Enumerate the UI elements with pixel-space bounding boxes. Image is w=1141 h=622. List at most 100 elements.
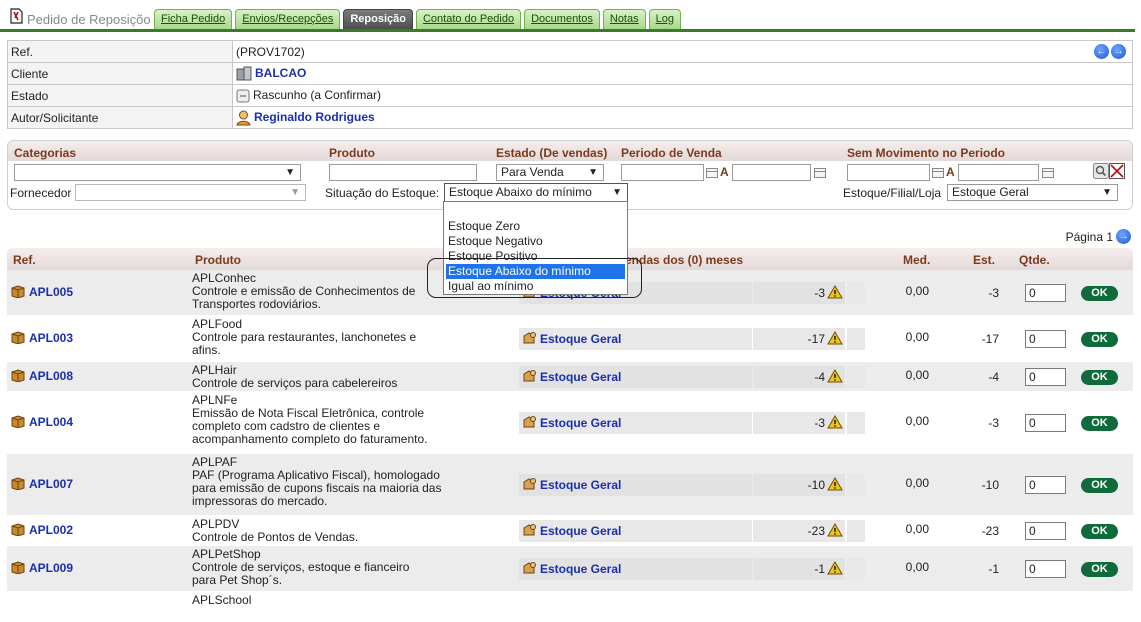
stock-link[interactable]: Estoque Geral [540,524,621,538]
autor-cell: Reginaldo Rodrigues [232,106,1133,129]
tab-underline [0,29,1135,32]
avg-value: 0,00 [905,476,929,490]
quantity-input[interactable]: 0 [1025,476,1066,494]
estado-vendas-value: Para Venda [501,165,564,179]
ok-button[interactable]: OK [1081,478,1118,493]
tab-envios-recepcoes[interactable]: Envios/Recepções [235,9,341,29]
search-icon[interactable] [1093,163,1109,179]
product-desc-line: Controle de Pontos de Vendas. [192,530,359,544]
periodo-fim-input[interactable] [732,164,811,181]
stock-link[interactable]: Estoque Geral [540,478,621,492]
product-ref-link[interactable]: APL002 [29,523,73,537]
product-table: Ref. Produto endas dos (0) meses Med. Es… [7,248,1133,622]
ok-button[interactable]: OK [1081,562,1118,577]
quantity-input[interactable]: 0 [1025,522,1066,540]
produto-input[interactable] [329,164,477,181]
categorias-select[interactable]: ▼ [14,164,301,181]
filter-header: Categorias Produto Estado (De vendas) Pe… [8,141,1132,161]
sales-value: -17 [807,332,825,346]
user-icon [236,110,251,125]
tab-documentos[interactable]: Documentos [524,9,600,29]
previous-record-icon[interactable]: ← [1094,44,1109,59]
tab-reposicao[interactable]: Reposição [343,9,413,29]
avg-value: 0,00 [905,330,929,344]
stock-value: -17 [981,332,999,346]
table-body: APL005 APLConhec Controle e emissão de Con… [7,270,1133,622]
estoque-filial-select[interactable]: Estoque Geral ▼ [947,184,1118,201]
filter-panel: Categorias Produto Estado (De vendas) Pe… [7,140,1133,210]
avg-value: 0,00 [905,522,929,536]
sales-cell: -4 [753,366,845,388]
col-vendas: endas dos (0) meses [625,253,744,267]
tab-ficha-pedido[interactable]: Ficha Pedido [154,9,233,29]
product-box-icon [11,331,25,344]
product-name: APLSchool [192,593,252,607]
calendar-icon[interactable] [932,168,944,178]
calendar-icon[interactable] [1042,168,1054,178]
calendar-icon[interactable] [706,168,718,178]
order-icon [10,8,23,24]
stock-link[interactable]: Estoque Geral [540,562,621,576]
option-estoque-zero[interactable]: Estoque Zero [448,219,520,234]
quantity-input[interactable]: 0 [1025,414,1066,432]
stock-cell: Estoque Geral [519,520,752,542]
quantity-input[interactable]: 0 [1025,284,1066,302]
ok-button[interactable]: OK [1081,332,1118,347]
product-ref-link[interactable]: APL003 [29,331,73,345]
stock-cell: Estoque Geral [519,328,752,350]
product-desc-line: acompanhamento completo do faturamento. [192,432,428,446]
product-ref-cell: APL005 [11,285,73,299]
tab-notas[interactable]: Notas [602,9,646,29]
col-med: Med. [903,253,931,267]
product-ref-link[interactable]: APL005 [29,285,73,299]
fornecedor-select[interactable]: ▼ [75,184,306,201]
product-ref-link[interactable]: APL009 [29,561,73,575]
quantity-input[interactable]: 0 [1025,368,1066,386]
warehouse-icon [523,524,536,536]
periodo-inicio-input[interactable] [621,164,704,181]
estado-vendas-select[interactable]: Para Venda ▼ [496,164,604,181]
next-record-icon[interactable]: → [1111,44,1126,59]
sales-value: -3 [814,416,825,430]
product-box-icon [11,477,25,490]
spacer-cell [847,366,865,388]
product-description: APLPDV Controle de Pontos de Vendas. [192,518,492,544]
product-desc-line: Transportes rodoviários. [192,297,321,311]
autor-link[interactable]: Reginaldo Rodrigues [254,110,375,124]
ok-button[interactable]: OK [1081,524,1118,539]
product-box-icon [11,415,25,428]
situacao-select[interactable]: Estoque Abaixo do mínimo ▼ [444,183,628,202]
highlight-annotation [427,258,642,298]
order-info-table: Ref. (PROV1702) ← → Cliente BALCAO Estad… [7,40,1133,129]
quantity-input[interactable]: 0 [1025,560,1066,578]
tab-contato-do-pedido[interactable]: Contato do Pedido [415,9,522,29]
option-estoque-negativo[interactable]: Estoque Negativo [448,234,543,249]
stock-link[interactable]: Estoque Geral [540,416,621,430]
ok-button[interactable]: OK [1081,370,1118,385]
stock-link[interactable]: Estoque Geral [540,370,621,384]
product-ref-link[interactable]: APL008 [29,369,73,383]
sales-cell: -3 [753,282,845,304]
cliente-link[interactable]: BALCAO [255,66,306,80]
ok-button[interactable]: OK [1081,416,1118,431]
next-page-icon[interactable]: → [1116,229,1131,244]
page-label: Página 1 [1065,229,1113,244]
spacer-cell [847,474,865,496]
avg-value: 0,00 [905,560,929,574]
ok-button[interactable]: OK [1081,286,1118,301]
product-box-icon [11,285,25,298]
spacer-cell [847,558,865,580]
clear-filter-icon[interactable] [1109,163,1125,179]
stock-link[interactable]: Estoque Geral [540,332,621,346]
product-ref-link[interactable]: APL007 [29,477,73,491]
calendar-icon[interactable] [814,168,826,178]
sem-mov-fim-input[interactable] [958,164,1039,181]
product-description: APLFood Controle para restaurantes, lanch… [192,318,492,357]
quantity-input[interactable]: 0 [1025,330,1066,348]
tab-log[interactable]: Log [648,9,681,29]
sem-mov-inicio-input[interactable] [847,164,930,181]
product-ref-link[interactable]: APL004 [29,415,73,429]
avg-value: 0,00 [905,368,929,382]
product-box-icon [11,523,25,536]
product-ref-cell: APL008 [11,369,73,383]
